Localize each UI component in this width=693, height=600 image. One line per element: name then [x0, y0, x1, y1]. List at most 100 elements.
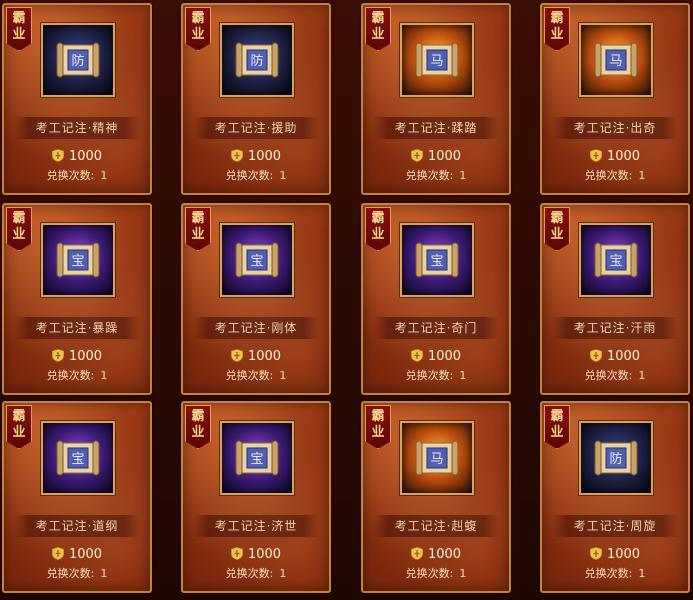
redeem-count: 兑换次数: 1	[363, 369, 509, 383]
badge-baye: 霸业	[544, 207, 570, 251]
price-value: 1000	[427, 149, 462, 164]
badge-baye: 霸业	[6, 405, 32, 449]
badge-line2: 业	[371, 227, 385, 242]
badge-baye: 霸业	[544, 7, 570, 51]
shop-item-card[interactable]: 霸业宝考工记注·奇门 1000 兑换次数: 1	[361, 203, 511, 395]
badge-line2: 业	[371, 27, 385, 42]
item-price: 1000	[542, 547, 688, 563]
scroll-icon: 防	[593, 437, 639, 479]
badge-baye: 霸业	[365, 7, 391, 51]
badge-baye: 霸业	[544, 405, 570, 449]
shop-item-card[interactable]: 霸业宝考工记注·济世 1000 兑换次数: 1	[181, 401, 331, 593]
item-icon: 宝	[41, 421, 115, 495]
redeem-label: 兑换次数:	[46, 369, 95, 382]
scroll-icon: 宝	[55, 239, 101, 281]
svg-text:宝: 宝	[250, 254, 263, 269]
badge-baye: 霸业	[6, 7, 32, 51]
shop-item-card[interactable]: 霸业防考工记注·援助 1000 兑换次数: 1	[181, 3, 331, 195]
svg-text:宝: 宝	[71, 254, 84, 269]
redeem-count: 兑换次数: 1	[542, 567, 688, 581]
redeem-value: 1	[638, 169, 646, 182]
badge-line2: 业	[191, 27, 205, 42]
shop-item-card[interactable]: 霸业防考工记注·精神 1000 兑换次数: 1	[2, 3, 152, 195]
shop-grid: 霸业防考工记注·精神 1000 兑换次数: 1 霸业防考工记注·援助 1000 兑换次数: 1…	[0, 0, 693, 600]
item-icon: 马	[400, 23, 474, 97]
item-price: 1000	[183, 547, 329, 563]
item-title: 考工记注·周旋	[552, 515, 678, 537]
item-price: 1000	[4, 149, 150, 165]
redeem-count: 兑换次数: 1	[363, 567, 509, 581]
redeem-count: 兑换次数: 1	[4, 169, 150, 183]
redeem-label: 兑换次数:	[46, 567, 95, 580]
shop-item-card[interactable]: 霸业马考工记注·赳蝮 1000 兑换次数: 1	[361, 401, 511, 593]
redeem-label: 兑换次数:	[46, 169, 95, 182]
scroll-icon: 防	[55, 39, 101, 81]
badge-line1: 霸	[550, 11, 564, 26]
redeem-label: 兑换次数:	[584, 369, 633, 382]
shop-item-card[interactable]: 霸业宝考工记注·暴躁 1000 兑换次数: 1	[2, 203, 152, 395]
redeem-count: 兑换次数: 1	[183, 567, 329, 581]
item-title: 考工记注·道纲	[14, 515, 140, 537]
price-value: 1000	[247, 547, 282, 562]
item-title: 考工记注·汗雨	[552, 317, 678, 339]
item-title: 考工记注·出奇	[552, 117, 678, 139]
shop-item-card[interactable]: 霸业马考工记注·出奇 1000 兑换次数: 1	[540, 3, 690, 195]
currency-shield-icon	[589, 349, 607, 364]
currency-shield-icon	[589, 149, 607, 164]
price-value: 1000	[606, 349, 641, 364]
price-value: 1000	[247, 349, 282, 364]
price-value: 1000	[606, 149, 641, 164]
price-value: 1000	[247, 149, 282, 164]
redeem-count: 兑换次数: 1	[4, 369, 150, 383]
shop-item-card[interactable]: 霸业防考工记注·周旋 1000 兑换次数: 1	[540, 401, 690, 593]
scroll-icon: 宝	[234, 239, 280, 281]
badge-line1: 霸	[12, 211, 26, 226]
price-value: 1000	[606, 547, 641, 562]
item-price: 1000	[363, 149, 509, 165]
svg-text:马: 马	[609, 54, 622, 69]
svg-text:宝: 宝	[430, 254, 443, 269]
item-price: 1000	[4, 547, 150, 563]
price-value: 1000	[427, 349, 462, 364]
item-title: 考工记注·赳蝮	[373, 515, 499, 537]
svg-text:防: 防	[71, 53, 84, 69]
currency-shield-icon	[589, 547, 607, 562]
redeem-label: 兑换次数:	[225, 169, 274, 182]
redeem-count: 兑换次数: 1	[363, 169, 509, 183]
badge-line1: 霸	[550, 211, 564, 226]
badge-line1: 霸	[12, 409, 26, 424]
shop-item-card[interactable]: 霸业宝考工记注·刚体 1000 兑换次数: 1	[181, 203, 331, 395]
shop-item-card[interactable]: 霸业宝考工记注·道纲 1000 兑换次数: 1	[2, 401, 152, 593]
redeem-label: 兑换次数:	[405, 369, 454, 382]
item-price: 1000	[542, 149, 688, 165]
item-price: 1000	[4, 349, 150, 365]
redeem-label: 兑换次数:	[225, 369, 274, 382]
currency-shield-icon	[51, 547, 69, 562]
item-title: 考工记注·济世	[193, 515, 319, 537]
badge-baye: 霸业	[185, 405, 211, 449]
badge-line1: 霸	[191, 211, 205, 226]
redeem-label: 兑换次数:	[584, 567, 633, 580]
svg-text:马: 马	[430, 452, 443, 467]
item-title: 考工记注·援助	[193, 117, 319, 139]
currency-shield-icon	[410, 349, 428, 364]
badge-line2: 业	[12, 227, 26, 242]
badge-line2: 业	[550, 227, 564, 242]
scroll-icon: 宝	[593, 239, 639, 281]
redeem-label: 兑换次数:	[405, 169, 454, 182]
badge-line2: 业	[12, 27, 26, 42]
item-price: 1000	[363, 547, 509, 563]
item-icon: 宝	[220, 421, 294, 495]
redeem-value: 1	[279, 169, 287, 182]
shop-item-card[interactable]: 霸业马考工记注·蹂踏 1000 兑换次数: 1	[361, 3, 511, 195]
badge-line2: 业	[12, 425, 26, 440]
redeem-count: 兑换次数: 1	[4, 567, 150, 581]
currency-shield-icon	[230, 547, 248, 562]
badge-line1: 霸	[371, 409, 385, 424]
item-icon: 宝	[579, 223, 653, 297]
shop-item-card[interactable]: 霸业宝考工记注·汗雨 1000 兑换次数: 1	[540, 203, 690, 395]
badge-line2: 业	[371, 425, 385, 440]
redeem-value: 1	[459, 567, 467, 580]
badge-line2: 业	[191, 425, 205, 440]
redeem-count: 兑换次数: 1	[542, 169, 688, 183]
